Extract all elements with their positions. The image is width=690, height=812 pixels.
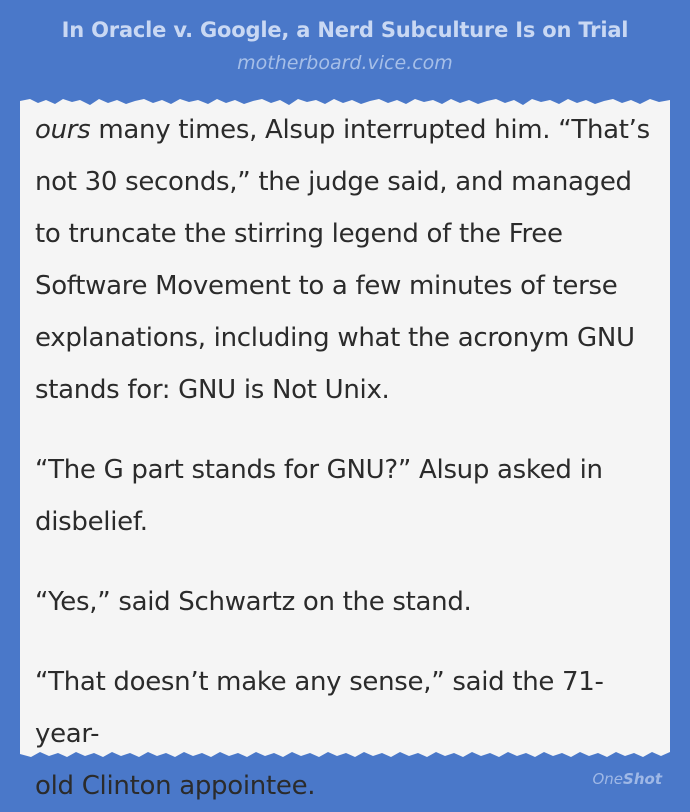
excerpt-paragraph-4: “That doesn’t make any sense,” said the … — [35, 656, 665, 812]
excerpt-line: ours many times, Alsup interrupted him. … — [35, 115, 650, 145]
excerpt-line: disbelief. — [35, 507, 148, 537]
oneshot-watermark: OneShot — [592, 769, 662, 789]
excerpt-line: stands for: GNU is Not Unix. — [35, 375, 390, 405]
excerpt-line: “The G part stands for GNU?” Alsup asked… — [35, 455, 603, 485]
brand-one: One — [592, 770, 624, 788]
emphasized-word: ours — [35, 115, 91, 145]
article-excerpt: ours many times, Alsup interrupted him. … — [35, 104, 665, 812]
excerpt-paragraph-2: “The G part stands for GNU?” Alsup asked… — [35, 444, 665, 548]
excerpt-paragraph-3: “Yes,” said Schwartz on the stand. — [35, 576, 665, 628]
excerpt-line: “Yes,” said Schwartz on the stand. — [35, 587, 472, 617]
excerpt-line: not 30 seconds,” the judge said, and man… — [35, 167, 632, 197]
excerpt-line: old Clinton appointee. — [35, 771, 316, 801]
excerpt-line-rest: many times, Alsup interrupted him. “That… — [90, 115, 650, 145]
brand-shot: Shot — [623, 770, 662, 788]
excerpt-paragraph-1: ours many times, Alsup interrupted him. … — [35, 104, 665, 416]
excerpt-line: to truncate the stirring legend of the F… — [35, 219, 563, 249]
excerpt-line: Software Movement to a few minutes of te… — [35, 271, 618, 301]
excerpt-line: “That doesn’t make any sense,” said the … — [35, 667, 604, 749]
excerpt-line: explanations, including what the acronym… — [35, 323, 635, 353]
